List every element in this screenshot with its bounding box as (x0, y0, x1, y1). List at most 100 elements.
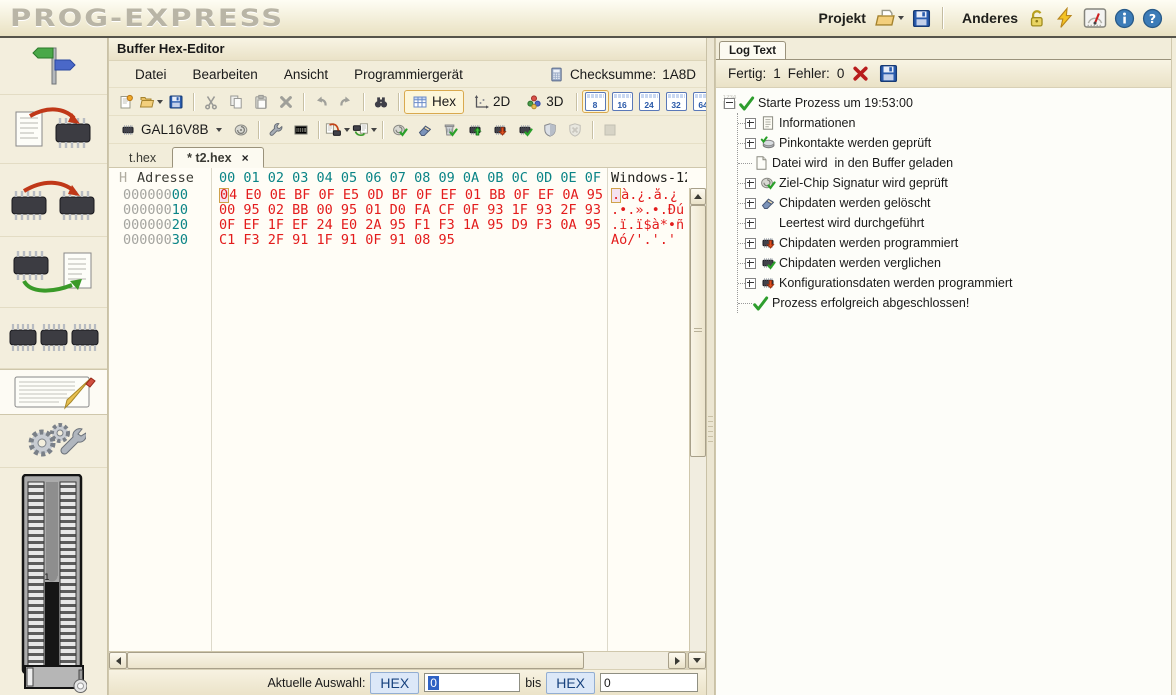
view-toggle-hex[interactable]: Hex (404, 90, 464, 114)
chip-id-button[interactable] (289, 119, 313, 141)
word-width-24-button[interactable]: 24 (636, 90, 663, 113)
hex-row-0[interactable]: 0000000004 E0 0E BF 0F E5 0D BF 0F EF 01… (109, 188, 706, 203)
row-bytes[interactable]: C1 F3 2F 91 1F 91 0F 91 08 95 (219, 233, 455, 248)
sidebar-item-multi-chip[interactable] (0, 308, 107, 369)
row-bytes[interactable]: 00 95 02 BB 00 95 01 D0 FA CF 0F 93 1F 9… (219, 203, 601, 218)
expand-icon[interactable] (745, 238, 756, 249)
blank-check-button[interactable] (438, 119, 462, 141)
hex-grid[interactable]: H Adresse 00 01 02 03 04 05 06 07 08 09 … (109, 168, 706, 651)
help-button[interactable]: ? (1141, 7, 1164, 30)
cut-button[interactable] (199, 91, 223, 113)
log-item-6[interactable]: Leertest wird durchgeführt (738, 213, 1176, 233)
unlock-button[interactable] (1025, 7, 1048, 30)
hex-base-button-to[interactable]: HEX (546, 672, 595, 694)
chip-selector[interactable]: GAL16V8B (114, 122, 228, 138)
view-toggle-3d[interactable]: 3D (519, 91, 570, 113)
collapse-icon[interactable] (724, 98, 735, 109)
sidebar-item-hex-editor[interactable] (0, 369, 107, 415)
expand-icon[interactable] (745, 218, 756, 229)
sidebar-item-wizard-signpost[interactable] (0, 38, 107, 95)
buffer-tab-t2.hex[interactable]: * t2.hex× (172, 147, 263, 168)
undo-button[interactable] (309, 91, 333, 113)
log-item-7[interactable]: Chipdaten werden programmiert (738, 233, 1176, 253)
expand-icon[interactable] (745, 198, 756, 209)
menu-bearbeiten[interactable]: Bearbeiten (193, 67, 258, 82)
folder-open-button[interactable] (139, 91, 163, 113)
project-save-button[interactable] (910, 7, 933, 30)
vertical-scroll-thumb[interactable] (690, 205, 706, 457)
menu-datei[interactable]: Datei (135, 67, 167, 82)
save-log-button[interactable] (877, 62, 900, 85)
gauge-button[interactable] (1082, 5, 1108, 31)
panel-splitter[interactable] (706, 38, 715, 695)
scroll-right-button[interactable] (668, 652, 686, 669)
scroll-track[interactable] (584, 652, 668, 669)
row-text[interactable]: .à.¿.å.¿ (611, 188, 685, 203)
sidebar-item-read-chip-to-file[interactable] (0, 237, 107, 308)
view-toggle-2d[interactable]: 2D (466, 91, 517, 113)
redo-button[interactable] (334, 91, 358, 113)
clear-log-button[interactable] (851, 64, 870, 83)
eraser-button[interactable] (413, 119, 437, 141)
sidebar-item-settings[interactable] (0, 415, 107, 468)
row-text[interactable]: Áó/'.'.' (611, 233, 685, 248)
row-text[interactable]: .•.».•.Ðú (611, 203, 685, 218)
log-item-10[interactable]: Prozess erfolgreich abgeschlossen! (738, 293, 1176, 313)
log-item-2[interactable]: Pinkontakte werden geprüft (738, 133, 1176, 153)
log-item-3[interactable]: Datei wird in den Buffer geladen (738, 153, 1176, 173)
expand-icon[interactable] (745, 278, 756, 289)
save-button[interactable] (164, 91, 188, 113)
selection-from-input[interactable]: 0 (424, 673, 520, 692)
expand-icon[interactable] (745, 258, 756, 269)
program-chip-button[interactable] (324, 119, 350, 141)
copy-button[interactable] (224, 91, 248, 113)
tab-log-text[interactable]: Log Text (719, 41, 786, 59)
log-item-1[interactable]: Informationen (738, 113, 1176, 133)
scroll-down-button[interactable] (688, 652, 706, 669)
selection-to-input[interactable]: 0 (600, 673, 698, 692)
expand-icon[interactable] (745, 118, 756, 129)
stop-button[interactable] (598, 119, 622, 141)
scroll-left-button[interactable] (109, 652, 127, 669)
project-open-button[interactable] (873, 6, 905, 30)
log-item-8[interactable]: Chipdaten werden verglichen (738, 253, 1176, 273)
hex-row-2[interactable]: 000000200F EF 1F EF 24 E0 2A 95 F1 F3 1A… (109, 218, 706, 233)
log-item-0[interactable]: Starte Prozess um 19:53:00 (724, 93, 1176, 113)
chip-down-button[interactable] (488, 119, 512, 141)
flash-button[interactable] (1053, 6, 1077, 30)
signature-button[interactable] (229, 119, 253, 141)
delete-button[interactable] (274, 91, 298, 113)
horizontal-scroll-thumb[interactable] (127, 652, 584, 669)
row-text[interactable]: .ï.ï$à*•ñ (611, 218, 685, 233)
hex-row-3[interactable]: 00000030C1 F3 2F 91 1F 91 0F 91 08 95Áó/… (109, 233, 706, 248)
tab-close-icon[interactable]: × (242, 151, 249, 165)
row-bytes[interactable]: 04 E0 0E BF 0F E5 0D BF 0F EF 01 BB 0F E… (219, 188, 603, 203)
buffer-tab-t.hex[interactable]: t.hex (115, 148, 170, 167)
signature-check-button[interactable] (388, 119, 412, 141)
sidebar-item-program-file-to-chip[interactable] (0, 95, 107, 164)
word-width-8-button[interactable]: 8 (582, 90, 609, 113)
sidebar-item-copy-chip-to-chip[interactable] (0, 164, 107, 237)
word-width-16-button[interactable]: 16 (609, 90, 636, 113)
expand-icon[interactable] (745, 138, 756, 149)
paste-button[interactable] (249, 91, 273, 113)
menu-programmiergerät[interactable]: Programmiergerät (354, 67, 463, 82)
read-chip-button[interactable] (351, 119, 377, 141)
expand-icon[interactable] (745, 178, 756, 189)
word-width-32-button[interactable]: 32 (663, 90, 690, 113)
wrench-button[interactable] (264, 119, 288, 141)
search-button[interactable] (369, 91, 393, 113)
horizontal-scrollbar[interactable] (109, 651, 706, 669)
log-item-4[interactable]: Ziel-Chip Signatur wird geprüft (738, 173, 1176, 193)
shield-x-button[interactable] (563, 119, 587, 141)
doc-new-button[interactable] (114, 91, 138, 113)
menu-ansicht[interactable]: Ansicht (284, 67, 328, 82)
log-item-9[interactable]: Konfigurationsdaten werden programmiert (738, 273, 1176, 293)
scroll-up-button[interactable] (690, 188, 706, 205)
hex-base-button-from[interactable]: HEX (370, 672, 419, 694)
info-button[interactable] (1113, 7, 1136, 30)
row-bytes[interactable]: 0F EF 1F EF 24 E0 2A 95 F1 F3 1A 95 D9 F… (219, 218, 601, 233)
shield-button[interactable] (538, 119, 562, 141)
vertical-scrollbar[interactable] (689, 188, 706, 651)
chip-verify-button[interactable] (513, 119, 537, 141)
